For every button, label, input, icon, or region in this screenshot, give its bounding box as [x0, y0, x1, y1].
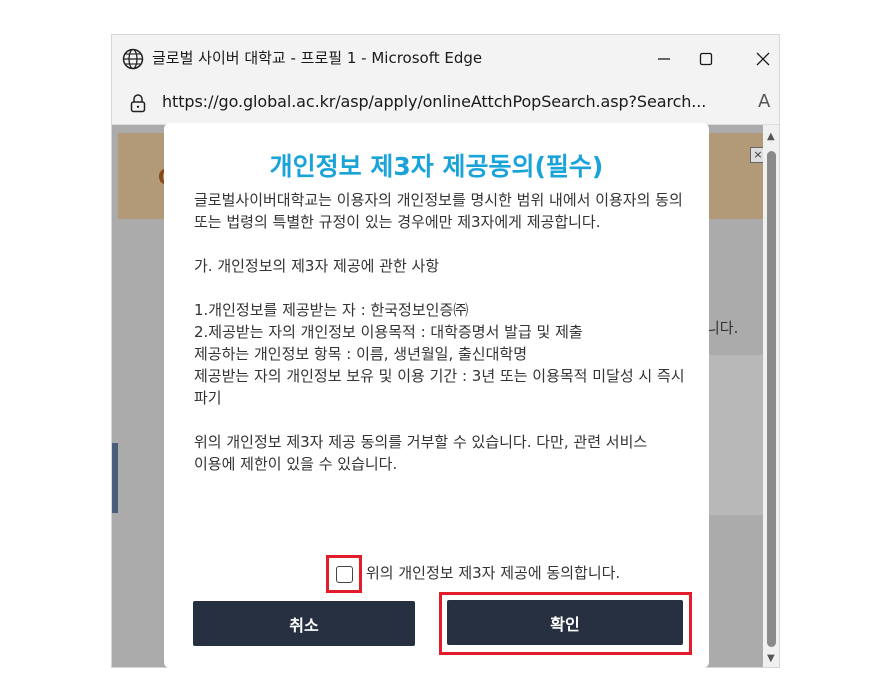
- scroll-down-icon[interactable]: ▼: [767, 653, 775, 664]
- item-purpose: 2.제공받는 자의 개인정보 이용목적 : 대학증명서 발급 및 제출: [194, 323, 583, 341]
- consent-modal: 개인정보 제3자 제공동의(필수) 글로벌사이버대학교는 이용자의 개인정보를 …: [164, 123, 709, 668]
- page-scrollbar[interactable]: ▲ ▼: [763, 125, 779, 667]
- consent-label[interactable]: 위의 개인정보 제3자 제공에 동의합니다.: [366, 562, 620, 583]
- intro-text: 글로벌사이버대학교는 이용자의 개인정보를 명시한 범위 내에서 이용자의 동의…: [194, 191, 683, 231]
- consent-checkbox[interactable]: [335, 565, 353, 583]
- scrollbar-thumb[interactable]: [767, 151, 776, 647]
- background-side-strip: [112, 443, 118, 513]
- window-title: 글로벌 사이버 대학교 - 프로필 1 - Microsoft Edge: [152, 49, 483, 67]
- read-aloud-icon[interactable]: A: [758, 91, 770, 112]
- globe-icon: [122, 48, 144, 70]
- checkbox-highlight: [326, 555, 362, 593]
- close-icon: [756, 52, 770, 66]
- lock-icon[interactable]: [130, 93, 146, 113]
- modal-body: 글로벌사이버대학교는 이용자의 개인정보를 명시한 범위 내에서 이용자의 동의…: [194, 189, 686, 475]
- close-window-button[interactable]: [743, 43, 779, 75]
- cancel-button[interactable]: 취소: [193, 601, 415, 646]
- maximize-button[interactable]: [686, 43, 726, 75]
- minimize-icon: [658, 58, 670, 60]
- maximize-icon: [699, 52, 713, 66]
- item-fields: 제공하는 개인정보 항목 : 이름, 생년월일, 출신대학명: [194, 345, 528, 363]
- item-retention: 제공받는 자의 개인정보 보유 및 이용 기간 : 3년 또는 이용목적 미달성…: [194, 367, 685, 407]
- minimize-button[interactable]: [644, 43, 684, 75]
- modal-title: 개인정보 제3자 제공동의(필수): [269, 152, 604, 181]
- notice-text: 위의 개인정보 제3자 제공 동의를 거부할 수 있습니다. 다만, 관련 서비…: [194, 433, 648, 473]
- background-text: 니다.: [706, 319, 739, 337]
- background-panel: [706, 355, 766, 515]
- section-heading: 가. 개인정보의 제3자 제공에 관한 사항: [194, 257, 440, 275]
- address-bar[interactable]: https://go.global.ac.kr/asp/apply/online…: [112, 81, 779, 125]
- confirm-button[interactable]: 확인: [447, 600, 683, 645]
- consent-row: 위의 개인정보 제3자 제공에 동의합니다.: [326, 555, 620, 593]
- title-bar: 글로벌 사이버 대학교 - 프로필 1 - Microsoft Edge: [112, 35, 779, 81]
- url-text[interactable]: https://go.global.ac.kr/asp/apply/online…: [162, 92, 706, 111]
- scroll-up-icon[interactable]: ▲: [767, 131, 775, 142]
- item-recipient: 1.개인정보를 제공받는 자 : 한국정보인증㈜: [194, 301, 469, 319]
